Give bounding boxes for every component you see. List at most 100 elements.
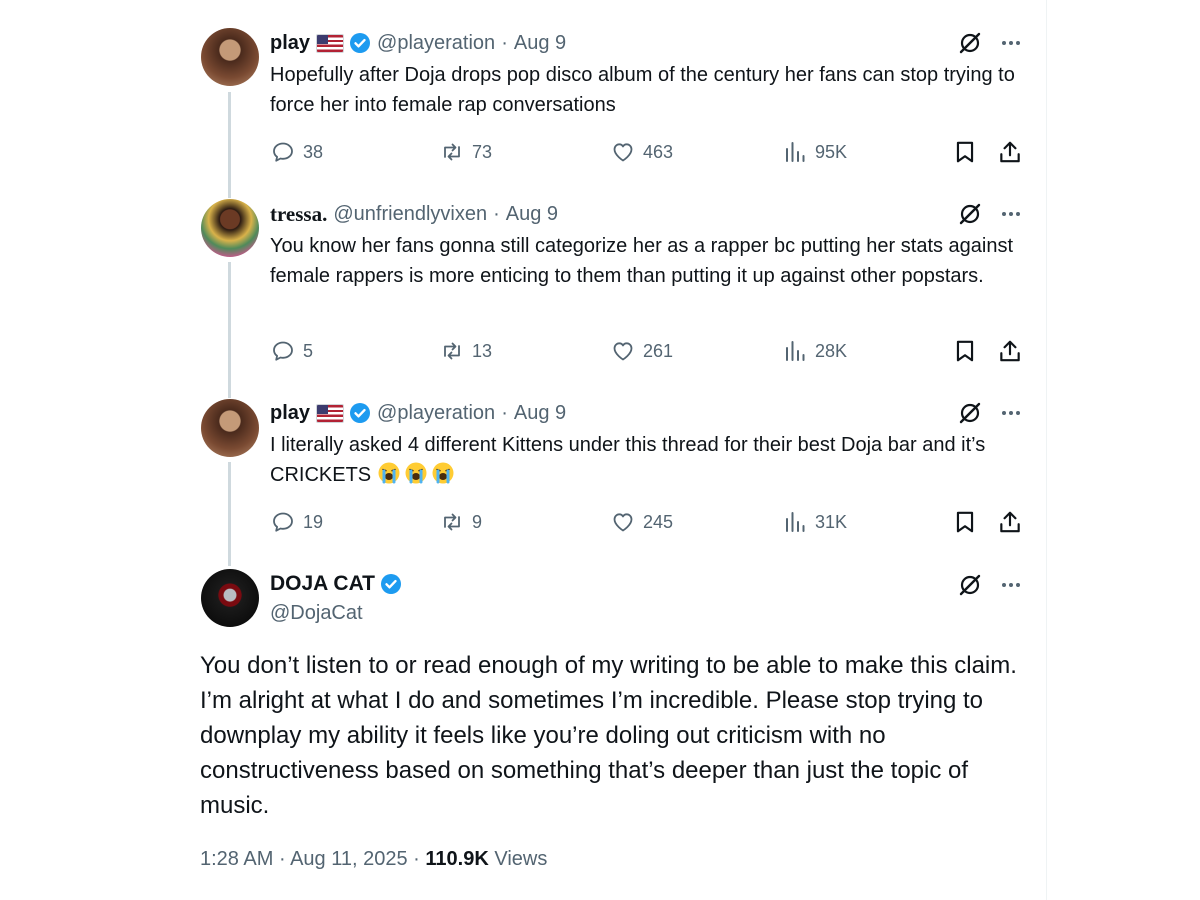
tweet-menu — [958, 31, 1022, 55]
more-options-icon[interactable] — [1000, 203, 1022, 225]
like-count: 463 — [643, 141, 674, 162]
avatar[interactable] — [201, 569, 259, 627]
reply-button[interactable]: 19 — [271, 510, 323, 534]
share-icon[interactable] — [997, 338, 1023, 364]
heart-icon — [613, 143, 633, 162]
more-options-icon[interactable] — [1000, 574, 1022, 596]
grok-icon[interactable] — [958, 31, 982, 55]
verified-badge-icon — [350, 403, 371, 423]
us-flag-icon — [316, 33, 345, 53]
avatar[interactable] — [201, 199, 259, 257]
reply-button[interactable]: 38 — [271, 140, 323, 164]
thread-line — [228, 462, 231, 566]
thread-line — [228, 262, 231, 398]
display-name[interactable]: play — [270, 32, 310, 55]
repost-count: 73 — [472, 141, 493, 162]
loudly-crying-face-icon — [405, 462, 427, 484]
post-time[interactable]: 1:28 AM — [200, 848, 273, 870]
loudly-crying-face-icon — [432, 462, 454, 484]
separator: · — [413, 848, 420, 870]
repost-button[interactable]: 73 — [440, 140, 492, 164]
reply-count: 5 — [303, 340, 314, 361]
tweet-menu — [958, 401, 1022, 425]
column-border — [1046, 0, 1047, 900]
like-count: 245 — [643, 511, 674, 532]
bookmark-icon[interactable] — [952, 338, 978, 364]
display-name[interactable]: tressa. — [270, 202, 327, 227]
views-count: 31K — [815, 511, 848, 532]
views-chart-icon — [786, 512, 805, 532]
repost-icon — [444, 143, 460, 161]
repost-icon — [444, 342, 460, 360]
share-icon[interactable] — [997, 139, 1023, 165]
display-name[interactable]: DOJA CAT — [270, 572, 375, 596]
repost-button[interactable]: 9 — [440, 510, 482, 534]
tweet-header: play @playeration · Aug 9 — [270, 31, 566, 55]
tweet-header: play @playeration · Aug 9 — [270, 401, 566, 425]
verified-badge-icon — [381, 574, 401, 594]
handle[interactable]: @DojaCat — [270, 602, 363, 625]
handle[interactable]: @unfriendlyvixen — [333, 203, 487, 226]
thread-line — [228, 92, 231, 198]
tweet-header: tressa. @unfriendlyvixen · Aug 9 — [270, 202, 558, 226]
views-button[interactable]: 28K — [783, 339, 847, 363]
timestamp[interactable]: Aug 9 — [514, 402, 566, 425]
heart-icon — [613, 513, 633, 532]
reply-icon — [273, 142, 293, 162]
emoji-group — [377, 462, 458, 486]
post-date[interactable]: Aug 11, 2025 — [290, 848, 408, 870]
reply-count: 19 — [303, 511, 324, 532]
reply-icon — [273, 341, 293, 361]
views-count: 28K — [815, 340, 848, 361]
separator: · — [493, 202, 500, 225]
views-button[interactable]: 31K — [783, 510, 847, 534]
us-flag-icon — [316, 403, 345, 423]
reply-count: 38 — [303, 141, 324, 162]
tweet-text: I literally asked 4 different Kittens un… — [270, 430, 1030, 490]
separator: · — [278, 848, 286, 870]
loudly-crying-face-icon — [378, 462, 400, 484]
main-tweet-text: You don’t listen to or read enough of my… — [200, 652, 1017, 819]
timestamp[interactable]: Aug 9 — [506, 203, 558, 226]
grok-icon[interactable] — [958, 573, 982, 597]
grok-icon[interactable] — [958, 401, 982, 425]
repost-button[interactable]: 13 — [440, 339, 492, 363]
more-options-icon[interactable] — [1000, 402, 1022, 424]
timestamp[interactable]: Aug 9 — [514, 32, 566, 55]
more-options-icon[interactable] — [1000, 32, 1022, 54]
verified-badge-icon — [350, 33, 371, 53]
handle[interactable]: @playeration — [377, 32, 495, 55]
views-chart-icon — [786, 142, 805, 162]
handle[interactable]: @playeration — [377, 402, 495, 425]
tweet-metadata: 1:28 AM · Aug 11, 2025 · 110.9K Views — [200, 848, 547, 871]
repost-icon — [444, 513, 460, 531]
main-tweet-header: DOJA CAT — [270, 572, 402, 596]
like-button[interactable]: 245 — [611, 510, 673, 534]
separator: · — [501, 401, 508, 424]
tweet-menu — [958, 573, 1022, 597]
views-button[interactable]: 95K — [783, 140, 847, 164]
repost-count: 13 — [472, 340, 493, 361]
like-count: 261 — [643, 340, 674, 361]
reply-icon — [273, 512, 293, 532]
views-chart-icon — [786, 341, 805, 361]
share-icon[interactable] — [997, 509, 1023, 535]
display-name[interactable]: play — [270, 402, 310, 425]
reply-button[interactable]: 5 — [271, 339, 313, 363]
heart-icon — [613, 342, 633, 361]
views-label: Views — [494, 848, 548, 870]
tweet-menu — [958, 202, 1022, 226]
avatar[interactable] — [201, 399, 259, 457]
avatar[interactable] — [201, 28, 259, 86]
views-count: 95K — [815, 141, 848, 162]
separator: · — [501, 31, 508, 54]
views-total: 110.9K — [425, 848, 489, 870]
tweet-text: You know her fans gonna still categorize… — [270, 235, 1014, 287]
like-button[interactable]: 261 — [611, 339, 673, 363]
repost-count: 9 — [472, 511, 483, 532]
tweet-text: Hopefully after Doja drops pop disco alb… — [270, 64, 1015, 116]
like-button[interactable]: 463 — [611, 140, 673, 164]
grok-icon[interactable] — [958, 202, 982, 226]
bookmark-icon[interactable] — [952, 509, 978, 535]
bookmark-icon[interactable] — [952, 139, 978, 165]
